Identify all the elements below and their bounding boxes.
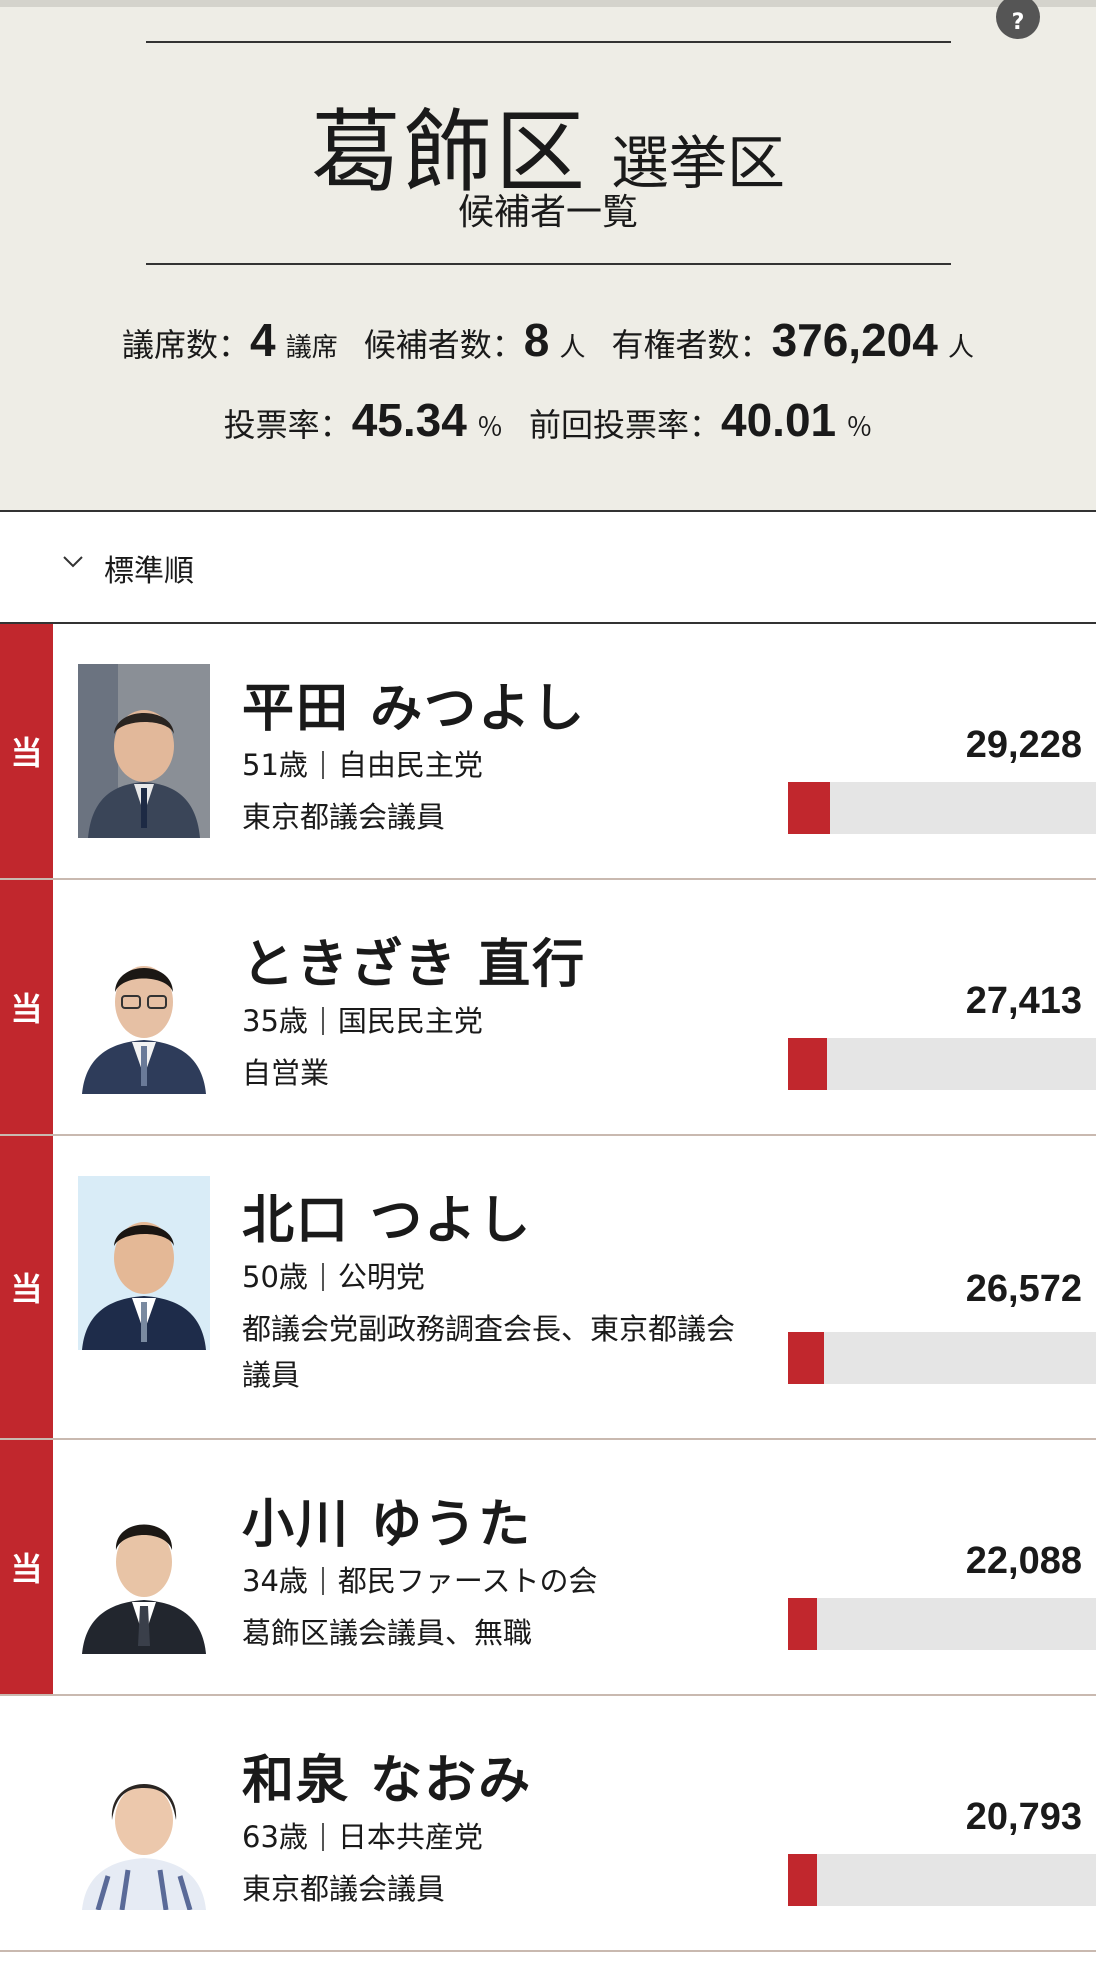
candidate-photo: [78, 1176, 210, 1350]
elected-badge: 当: [0, 1440, 53, 1694]
candidate-age: 34歳: [242, 1564, 308, 1598]
candidate-career: 東京都議会議員: [242, 800, 446, 834]
candidate-age: 63歳: [242, 1820, 308, 1854]
vote-bar: [788, 782, 1096, 834]
candidate-meta: 63歳 日本共産党: [242, 1814, 483, 1856]
candidate-photo: [78, 1736, 210, 1910]
vote-count: 20,793: [965, 1796, 1082, 1838]
stats-row-1: 議席数：4 議席 候補者数：8 人有権者数：376,204 人: [0, 313, 1096, 367]
candidate-row[interactable]: 当 平田 みつよし 51歳 自由民主党 東京都議会議員 29,228: [0, 624, 1096, 880]
candidate-name[interactable]: ときざき 直行: [242, 922, 586, 997]
candidate-age: 35歳: [242, 1004, 308, 1038]
vote-count: 26,572: [965, 1268, 1082, 1310]
candidate-name[interactable]: 平田 みつよし: [242, 666, 586, 741]
seats-unit: 議席: [285, 333, 338, 363]
candidate-party: 公明党: [337, 1260, 425, 1294]
candidate-career: 自営業: [242, 1056, 330, 1090]
vote-bar-fill: [788, 782, 830, 834]
prev-turnout-value: 40.01: [721, 394, 837, 446]
vote-bar: [788, 1332, 1096, 1384]
vote-count: 22,088: [965, 1540, 1082, 1582]
vote-bar: [788, 1598, 1096, 1650]
vote-bar: [788, 1038, 1096, 1090]
candidate-party: 日本共産党: [337, 1820, 483, 1854]
elected-badge: 当: [0, 624, 53, 878]
top-rule: [146, 41, 951, 43]
candidate-age: 51歳: [242, 748, 308, 782]
candidate-name[interactable]: 北口 つよし: [242, 1178, 532, 1253]
voters-label: 有権者数：: [611, 326, 772, 364]
chevron-down-icon[interactable]: [62, 550, 84, 572]
candidate-meta: 34歳 都民ファーストの会: [242, 1558, 597, 1600]
vote-count: 27,413: [965, 980, 1082, 1022]
candidate-career: 東京都議会議員: [242, 1872, 446, 1906]
turnout-value: 45.34: [351, 394, 467, 446]
seats-label: 議席数：: [121, 326, 250, 364]
candidate-row[interactable]: 当 北口 つよし 50歳 公明党 都議会党副政務調査会長、東京都議会議員 26,5…: [0, 1136, 1096, 1440]
vote-bar-fill: [788, 1038, 827, 1090]
candidate-photo: [78, 664, 210, 838]
candidate-meta: 35歳 国民民主党: [242, 998, 483, 1040]
candidates-value: 8: [523, 314, 550, 366]
candidate-meta: 51歳 自由民主党: [242, 742, 483, 784]
candidates-unit: 人: [559, 333, 586, 363]
vote-bar-fill: [788, 1332, 825, 1384]
seats-value: 4: [249, 314, 276, 366]
candidate-meta: 50歳 公明党: [242, 1254, 425, 1296]
sort-bar: 標準順: [0, 510, 1096, 624]
candidate-party: 都民ファーストの会: [337, 1564, 598, 1598]
candidate-party: 国民民主党: [337, 1004, 483, 1038]
bottom-rule: [146, 263, 951, 265]
candidate-row[interactable]: 当 小川 ゆうた 34歳 都民ファーストの会 葛飾区議会議員、無職 22,088: [0, 1440, 1096, 1696]
elected-badge: 当: [0, 1136, 53, 1438]
candidate-photo: [78, 1480, 210, 1654]
help-icon[interactable]: ?: [996, 0, 1040, 39]
voters-value: 376,204: [771, 314, 938, 366]
vote-count: 29,228: [965, 724, 1082, 766]
page-subtitle: 候補者一覧: [457, 192, 638, 233]
vote-bar-fill: [788, 1854, 817, 1906]
turnout-label: 投票率：: [223, 406, 352, 444]
vote-bar: [788, 1854, 1096, 1906]
candidate-party: 自由民主党: [337, 748, 483, 782]
turnout-unit: ％: [476, 413, 503, 443]
candidate-list: 当 平田 みつよし 51歳 自由民主党 東京都議会議員 29,228 当 ときざき…: [0, 624, 1096, 1952]
prev-turnout-label: 前回投票率：: [529, 406, 722, 444]
candidate-career: 都議会党副政務調査会長、東京都議会議員: [242, 1312, 736, 1392]
candidate-photo: [78, 920, 210, 1094]
stats-row-2: 投票率：45.34 ％ 前回投票率：40.01 ％: [0, 393, 1096, 447]
candidates-label: 候補者数：: [363, 326, 524, 364]
prev-turnout-unit: ％: [846, 413, 873, 443]
vote-bar-fill: [788, 1598, 818, 1650]
district-header: ? 葛飾区 選挙区 候補者一覧 議席数：4 議席 候補者数：8 人有権者数：376,…: [0, 0, 1096, 510]
candidate-row[interactable]: 当 ときざき 直行 35歳 国民民主党 自営業 27,413: [0, 880, 1096, 1136]
candidate-name[interactable]: 小川 ゆうた: [242, 1482, 532, 1557]
candidate-career: 葛飾区議会議員、無職: [242, 1616, 533, 1650]
candidate-name[interactable]: 和泉 なおみ: [242, 1738, 532, 1813]
voters-unit: 人: [948, 333, 975, 363]
candidate-age: 50歳: [242, 1260, 308, 1294]
sort-order-label[interactable]: 標準順: [104, 546, 194, 590]
candidate-row[interactable]: 和泉 なおみ 63歳 日本共産党 東京都議会議員 20,793: [0, 1696, 1096, 1952]
elected-badge: 当: [0, 880, 53, 1134]
